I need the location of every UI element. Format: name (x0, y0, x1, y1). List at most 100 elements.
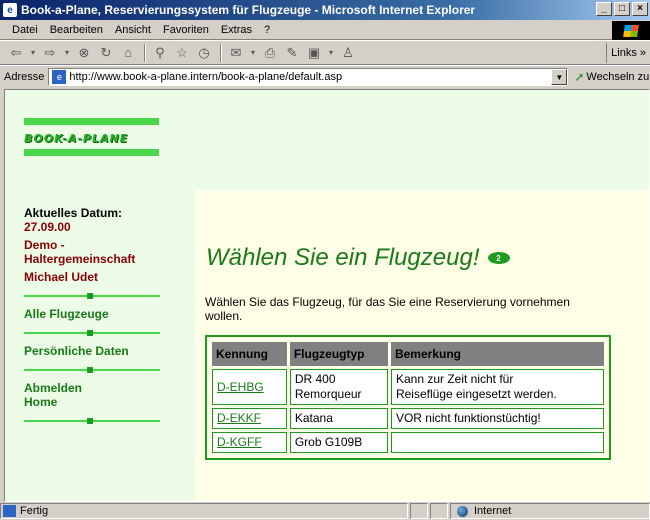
column-header-id: Kennung (212, 342, 287, 366)
aircraft-link[interactable]: D-KGFF (217, 435, 262, 449)
address-dropdown-icon[interactable]: ▼ (551, 69, 568, 85)
mail-icon[interactable]: ✉ (226, 43, 246, 63)
close-button[interactable]: × (632, 2, 648, 16)
aircraft-table: Kennung Flugzeugtyp Bemerkung D-EHBG DR … (205, 335, 611, 460)
nav-logout[interactable]: Abmelden (24, 381, 184, 395)
back-dropdown-icon[interactable]: ▾ (28, 43, 38, 63)
toolbar: ⇦ ▾ ⇨ ▾ ⊗ ↻ ⌂ ⚲ ☆ ◷ ✉ ▾ ⎙ ✎ ▣ ▾ ♙ Links … (0, 41, 650, 65)
forward-dropdown-icon[interactable]: ▾ (62, 43, 72, 63)
title-bar: e Book-a-Plane, Reservierungssystem für … (0, 0, 650, 20)
table-row: D-EKKF Katana VOR nicht funktionstüchtig… (212, 408, 604, 429)
window-title: Book-a-Plane, Reservierungssystem für Fl… (21, 3, 476, 17)
windows-logo (612, 21, 650, 40)
type-line: Katana (294, 411, 333, 425)
status-cell (430, 503, 448, 519)
aircraft-table-grid: Kennung Flugzeugtyp Bemerkung D-EHBG DR … (209, 339, 607, 456)
cell-type: DR 400 Remorqueur (289, 369, 388, 405)
menu-favoriten[interactable]: Favoriten (163, 24, 209, 36)
address-url[interactable]: http://www.book-a-plane.intern/book-a-pl… (69, 71, 342, 83)
status-bar: Fertig Internet (0, 502, 650, 520)
status-cell (410, 503, 428, 519)
group-name-line1: Demo - (24, 238, 65, 252)
type-line: Grob G109B (294, 435, 363, 449)
page-title-text: Wählen Sie ein Flugzeug! (206, 244, 480, 271)
table-row: D-KGFF Grob G109B (212, 432, 604, 453)
go-button[interactable]: ➚ Wechseln zu (574, 70, 649, 84)
note-line: VOR nicht funktionstüchtig! (395, 411, 541, 425)
note-line: Reiseflüge eingesetzt werden. (395, 387, 557, 401)
note-line: Kann zur Zeit nicht für (395, 372, 514, 386)
ie-icon: e (3, 3, 17, 17)
sidebar-divider (24, 367, 160, 373)
history-icon[interactable]: ◷ (194, 43, 214, 63)
links-button[interactable]: Links » (606, 43, 650, 63)
home-icon[interactable]: ⌂ (118, 43, 138, 63)
sidebar: Aktuelles Datum: 27.09.00 Demo - Halterg… (24, 206, 184, 432)
page-icon: e (52, 70, 67, 84)
menu-bar: Datei Bearbeiten Ansicht Favoriten Extra… (0, 20, 650, 40)
window-controls: _ □ × (596, 2, 648, 16)
cell-note: VOR nicht funktionstüchtig! (390, 408, 604, 429)
nav-personal-data[interactable]: Persönliche Daten (24, 344, 184, 358)
address-input[interactable]: e http://www.book-a-plane.intern/book-a-… (48, 68, 569, 86)
favorites-icon[interactable]: ☆ (172, 43, 192, 63)
table-header-row: Kennung Flugzeugtyp Bemerkung (212, 342, 604, 366)
logo-text: BOOK-A-PLANE (24, 132, 129, 145)
search-icon[interactable]: ⚲ (150, 43, 170, 63)
cell-note: Kann zur Zeit nicht für Reiseflüge einges… (390, 369, 604, 405)
security-zone: Internet (450, 503, 650, 519)
discuss-icon[interactable]: ▣ (304, 43, 324, 63)
edit-icon[interactable]: ✎ (282, 43, 302, 63)
windows-flag-icon (623, 24, 639, 37)
back-arrow-icon[interactable]: ⇦ (6, 43, 26, 63)
page-title: Wählen Sie ein Flugzeug! 2 (206, 244, 510, 272)
type-line: DR 400 (294, 372, 336, 386)
cell-note (390, 432, 604, 453)
column-header-type: Flugzeugtyp (289, 342, 388, 366)
refresh-icon[interactable]: ↻ (96, 43, 116, 63)
aircraft-link[interactable]: D-EHBG (217, 380, 264, 394)
cell-id: D-EHBG (212, 369, 287, 405)
globe-icon (457, 505, 468, 517)
zone-text: Internet (474, 505, 512, 517)
sidebar-divider (24, 330, 160, 336)
address-label: Adresse (4, 71, 45, 83)
column-header-note: Bemerkung (390, 342, 604, 366)
page-status-icon (3, 505, 16, 517)
messenger-icon[interactable]: ♙ (338, 43, 358, 63)
address-bar: Adresse e http://www.book-a-plane.intern… (0, 66, 650, 88)
menu-datei[interactable]: Datei (12, 24, 38, 36)
aircraft-link[interactable]: D-EKKF (217, 411, 261, 425)
sidebar-divider (24, 293, 160, 299)
stop-icon[interactable]: ⊗ (74, 43, 94, 63)
cell-type: Katana (289, 408, 388, 429)
forward-arrow-icon[interactable]: ⇨ (40, 43, 60, 63)
type-line: Remorqueur (294, 387, 362, 401)
menu-extras[interactable]: Extras (221, 24, 252, 36)
site-logo: BOOK-A-PLANE (24, 118, 159, 174)
print-icon[interactable]: ⎙ (260, 43, 280, 63)
note-line (396, 435, 599, 450)
group-name-line2: Haltergemeinschaft (24, 252, 136, 266)
mail-dropdown-icon[interactable]: ▾ (248, 43, 258, 63)
logo-stripe (24, 149, 159, 156)
status-main: Fertig (0, 503, 408, 519)
date-value: 27.09.00 (24, 220, 71, 234)
nav-home[interactable]: Home (24, 395, 184, 409)
menu-bearbeiten[interactable]: Bearbeiten (50, 24, 103, 36)
status-text: Fertig (20, 505, 49, 517)
menu-ansicht[interactable]: Ansicht (115, 24, 151, 36)
logo-stripe (24, 118, 159, 125)
intro-text: Wählen Sie das Flugzeug, für das Sie ein… (205, 295, 570, 323)
menu-help[interactable]: ? (264, 24, 270, 36)
user-name: Michael Udet (24, 270, 99, 284)
cell-type: Grob G109B (289, 432, 388, 453)
cell-id: D-EKKF (212, 408, 287, 429)
minimize-button[interactable]: _ (596, 2, 612, 16)
nav-all-aircraft[interactable]: Alle Flugzeuge (24, 307, 184, 321)
step-badge-icon: 2 (487, 252, 510, 264)
maximize-button[interactable]: □ (614, 2, 630, 16)
date-label: Aktuelles Datum: (24, 206, 123, 220)
discuss-dropdown-icon[interactable]: ▾ (326, 43, 336, 63)
sidebar-divider (24, 418, 160, 424)
